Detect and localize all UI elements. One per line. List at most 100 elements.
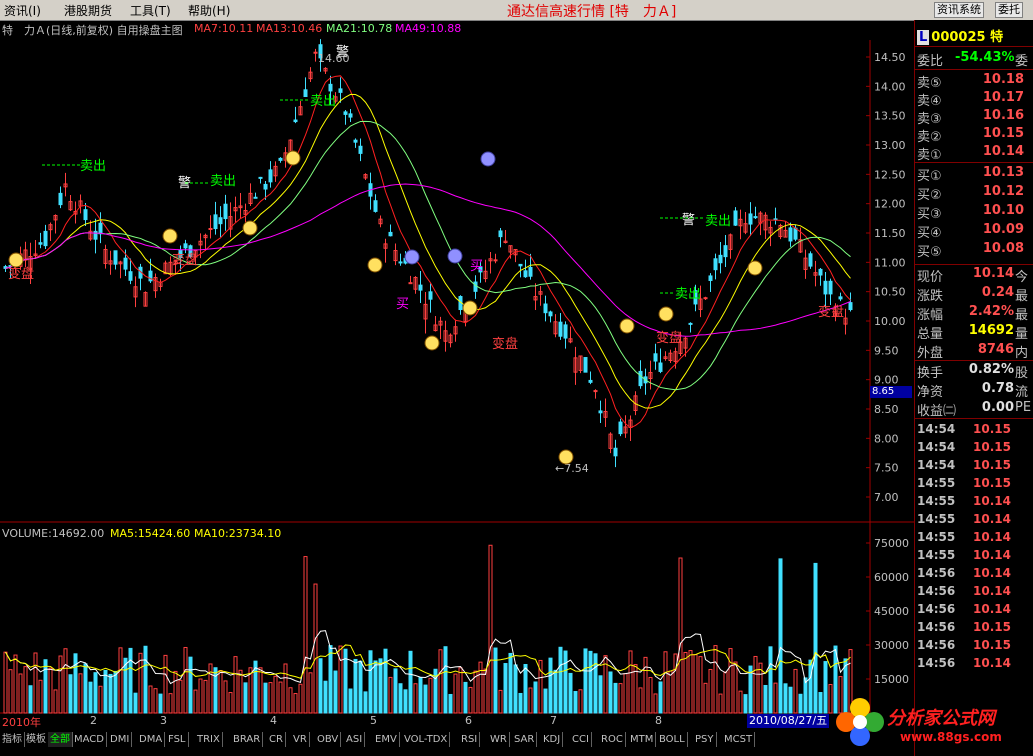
candle-body bbox=[583, 357, 588, 373]
candle-body bbox=[598, 410, 603, 414]
tick-price: 10.15 bbox=[973, 440, 1011, 454]
tick-time: 14:54 bbox=[917, 458, 956, 472]
tab-kdj[interactable]: KDJ bbox=[541, 732, 564, 747]
candle-body bbox=[398, 261, 403, 264]
tab-dma[interactable]: DMA bbox=[137, 732, 166, 747]
tab-obv[interactable]: OBV bbox=[315, 732, 342, 747]
price-tick-label: 9.50 bbox=[874, 344, 899, 357]
stat2-row-label: 净资 bbox=[917, 385, 944, 400]
tab-mcst[interactable]: MCST bbox=[722, 732, 756, 747]
tab-cr[interactable]: CR bbox=[267, 732, 286, 747]
tick-price: 10.14 bbox=[973, 584, 1011, 598]
candle-body bbox=[558, 321, 563, 337]
candle-body bbox=[388, 231, 393, 237]
bid-row-value: 10.09 bbox=[982, 222, 1024, 237]
volume-bar bbox=[438, 649, 443, 714]
candle-body bbox=[563, 324, 568, 339]
tab-boll[interactable]: BOLL bbox=[657, 732, 688, 747]
volume-bar bbox=[58, 655, 63, 714]
menu-help[interactable]: 帮助(H) bbox=[188, 2, 230, 19]
tab-rsi[interactable]: RSI bbox=[459, 732, 481, 747]
tab-emv[interactable]: EMV bbox=[373, 732, 400, 747]
tab-全部[interactable]: 全部 bbox=[48, 732, 73, 747]
volume-bar bbox=[743, 694, 748, 714]
volume-bar bbox=[573, 691, 578, 714]
tab-fsl[interactable]: FSL bbox=[166, 732, 189, 747]
stat-row: 涨幅 2.42% 最 bbox=[915, 304, 1033, 323]
volume-bar bbox=[208, 663, 213, 714]
tab-cci[interactable]: CCI bbox=[570, 732, 592, 747]
tab-roc[interactable]: ROC bbox=[599, 732, 626, 747]
volume-bar bbox=[648, 677, 653, 714]
menu-info[interactable]: 资讯(I) bbox=[4, 2, 41, 19]
kline-chart[interactable]: 14.50 14.00 13.50 13.00 12.50 12.00 11.50 11.00… bbox=[0, 20, 914, 732]
candle-body bbox=[523, 270, 528, 278]
tick-row: 14:54 10.15 bbox=[915, 422, 1033, 440]
tick-time: 14:55 bbox=[917, 530, 956, 544]
tab-指标[interactable]: 指标 bbox=[0, 732, 25, 747]
volume-tick-label: 60000 bbox=[874, 571, 909, 584]
sell-signal-label: 卖出 bbox=[310, 94, 336, 109]
change-signal-label: 变盘 bbox=[818, 304, 844, 320]
volume-bar bbox=[413, 683, 418, 714]
menu-tools[interactable]: 工具(T) bbox=[130, 2, 171, 19]
menu-hk-futures[interactable]: 港股期货 bbox=[64, 2, 112, 19]
volume-bar bbox=[108, 673, 113, 714]
tab-模板[interactable]: 模板 bbox=[24, 732, 49, 747]
volume-bar bbox=[728, 648, 733, 714]
candle-body bbox=[348, 113, 353, 118]
candle-body bbox=[208, 228, 213, 231]
volume-bar bbox=[353, 658, 358, 714]
tab-psy[interactable]: PSY bbox=[693, 732, 717, 747]
tick-time: 14:56 bbox=[917, 566, 956, 580]
app-title: 通达信高速行情 [特 力Ａ] bbox=[507, 4, 677, 20]
tab-wr[interactable]: WR bbox=[488, 732, 510, 747]
change-signal-label: 变盘 bbox=[656, 330, 682, 346]
volume-bar bbox=[718, 693, 723, 714]
smiley-icon bbox=[747, 260, 763, 276]
tab-brar[interactable]: BRAR bbox=[231, 732, 264, 747]
date-tick: 5 bbox=[370, 714, 377, 727]
volume-bar bbox=[128, 647, 133, 714]
candle-body bbox=[493, 259, 498, 262]
candle-body bbox=[93, 230, 98, 240]
tab-sar[interactable]: SAR bbox=[512, 732, 538, 747]
warning-signal-label: 警 bbox=[178, 175, 191, 191]
tab-vol-tdx[interactable]: VOL-TDX bbox=[402, 732, 451, 747]
price-tick-label: 10.50 bbox=[874, 286, 906, 299]
volume-bar bbox=[18, 673, 23, 714]
stat-row-ext: 最 bbox=[1015, 289, 1029, 304]
volume-bar bbox=[503, 663, 508, 714]
ask-row-value: 10.14 bbox=[982, 144, 1024, 159]
price-tick-label: 7.00 bbox=[874, 491, 899, 504]
date-cursor: 2010/08/27/五 bbox=[747, 714, 830, 728]
info-system-button[interactable]: 资讯系统 bbox=[934, 2, 984, 18]
candle-body bbox=[473, 281, 478, 292]
price-tick-label: 13.00 bbox=[874, 139, 906, 152]
volume-bar bbox=[393, 668, 398, 714]
stat2-row-value: 0.00 bbox=[981, 400, 1014, 415]
tab-asi[interactable]: ASI bbox=[344, 732, 366, 747]
volume-bar bbox=[418, 676, 423, 714]
volume-bar bbox=[643, 656, 648, 714]
stat2-row-value: 0.82% bbox=[968, 362, 1014, 377]
ask-row: 卖⑤ 10.18 bbox=[915, 72, 1033, 91]
stat-row-label: 外盘 bbox=[917, 346, 944, 361]
order-button[interactable]: 委托 bbox=[995, 2, 1023, 18]
volume-bar bbox=[683, 651, 688, 714]
sell-signal-label: 卖出 bbox=[80, 159, 106, 174]
tab-macd[interactable]: MACD bbox=[72, 732, 107, 747]
stat-row-label: 涨跌 bbox=[917, 289, 944, 304]
stat2-row-ext: PE bbox=[1015, 400, 1032, 415]
tab-trix[interactable]: TRIX bbox=[195, 732, 223, 747]
volume-bar bbox=[543, 688, 548, 714]
volume-bar bbox=[563, 650, 568, 714]
tab-dmi[interactable]: DMI bbox=[108, 732, 133, 747]
stat-row-ext: 量 bbox=[1015, 327, 1029, 342]
tab-mtm[interactable]: MTM bbox=[628, 732, 657, 747]
tick-row: 14:56 10.15 bbox=[915, 638, 1033, 656]
price-tick-label: 11.50 bbox=[874, 227, 906, 240]
volume-bar bbox=[238, 669, 243, 714]
tab-vr[interactable]: VR bbox=[291, 732, 310, 747]
candle-body bbox=[708, 275, 713, 281]
